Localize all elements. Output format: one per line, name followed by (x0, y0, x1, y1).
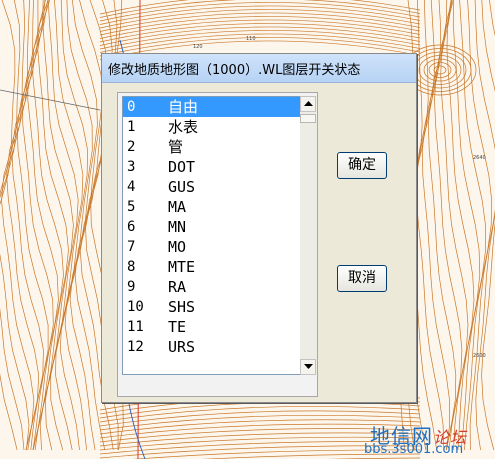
ok-button[interactable]: 确定 (337, 152, 387, 179)
layer-name: 管 (168, 138, 184, 156)
layer-index: 8 (127, 259, 136, 275)
layer-index: 2 (127, 139, 136, 155)
layer-index: 3 (127, 159, 136, 175)
layer-list-item[interactable]: 11 TE (123, 317, 300, 337)
layer-index: 1 (127, 119, 136, 135)
layer-name: 自由 (168, 98, 199, 116)
layer-name: DOT (168, 158, 196, 176)
map-grid-label: 2640 (473, 155, 486, 161)
arrow-up-icon (304, 101, 313, 106)
layer-name: GUS (168, 178, 196, 196)
dialog-title-bar[interactable]: 修改地质地形图（1000）.WL图层开关状态 (102, 54, 416, 83)
scroll-up-button[interactable] (300, 96, 316, 112)
layer-list-scrollbar[interactable] (300, 96, 317, 375)
layer-list-item[interactable]: 9 RA (123, 277, 300, 297)
layer-index: 12 (127, 339, 144, 355)
layer-list[interactable]: 0 自由 1 水表 2 管 3 DOT 4 GUS 5 MA 6 MN 7 MO 8 MTE 9 RA 10 SHS 11 T… (122, 96, 301, 375)
layer-list-item[interactable]: 6 MN (123, 217, 300, 237)
layer-list-item[interactable]: 4 GUS (123, 177, 300, 197)
layer-list-item[interactable]: 3 DOT (123, 157, 300, 177)
map-contour-label: 120 (193, 44, 203, 50)
dialog-title: 修改地质地形图（1000）.WL图层开关状态 (108, 63, 361, 78)
layer-list-item[interactable]: 1 水表 (123, 117, 300, 137)
layer-name: MA (168, 198, 187, 216)
layer-name: MTE (168, 258, 196, 276)
layer-list-frame: 0 自由 1 水表 2 管 3 DOT 4 GUS 5 MA 6 MN 7 MO 8 MTE 9 RA 10 SHS 11 T… (117, 92, 318, 397)
watermark-url: bbs.3s001.com (364, 442, 464, 457)
layer-index: 5 (127, 199, 136, 215)
layer-list-item[interactable]: 5 MA (123, 197, 300, 217)
layer-list-item[interactable]: 12 URS (123, 337, 300, 357)
layer-list-item[interactable]: 0 自由 (123, 97, 300, 117)
layer-switch-dialog: 修改地质地形图（1000）.WL图层开关状态 0 自由 1 水表 2 管 3 DOT 4 GUS 5… (101, 53, 417, 403)
scroll-thumb[interactable] (300, 114, 316, 123)
layer-index: 0 (127, 99, 136, 115)
layer-list-item[interactable]: 2管 (123, 137, 300, 157)
layer-index: 6 (127, 219, 136, 235)
layer-list-item[interactable]: 7 MO (123, 237, 300, 257)
layer-name: SHS (168, 298, 196, 316)
layer-name: 水表 (168, 118, 199, 136)
scroll-down-button[interactable] (300, 359, 316, 375)
layer-index: 11 (127, 319, 144, 335)
map-grid-label: 2600 (473, 353, 486, 359)
layer-list-item[interactable]: 10 SHS (123, 297, 300, 317)
layer-index: 10 (127, 299, 144, 315)
site-watermark: 地信网论坛 bbs.3s001.com (364, 420, 495, 459)
layer-list-item[interactable]: 8 MTE (123, 257, 300, 277)
cancel-button[interactable]: 取消 (337, 265, 387, 292)
map-contour-label: 110 (246, 36, 256, 42)
layer-name: URS (168, 338, 196, 356)
layer-name: RA (168, 278, 187, 296)
layer-name: MO (168, 238, 187, 256)
arrow-down-icon (304, 364, 313, 369)
layer-name: TE (168, 318, 187, 336)
layer-name: MN (168, 218, 187, 236)
layer-index: 4 (127, 179, 136, 195)
layer-index: 9 (127, 279, 136, 295)
layer-index: 7 (127, 239, 136, 255)
